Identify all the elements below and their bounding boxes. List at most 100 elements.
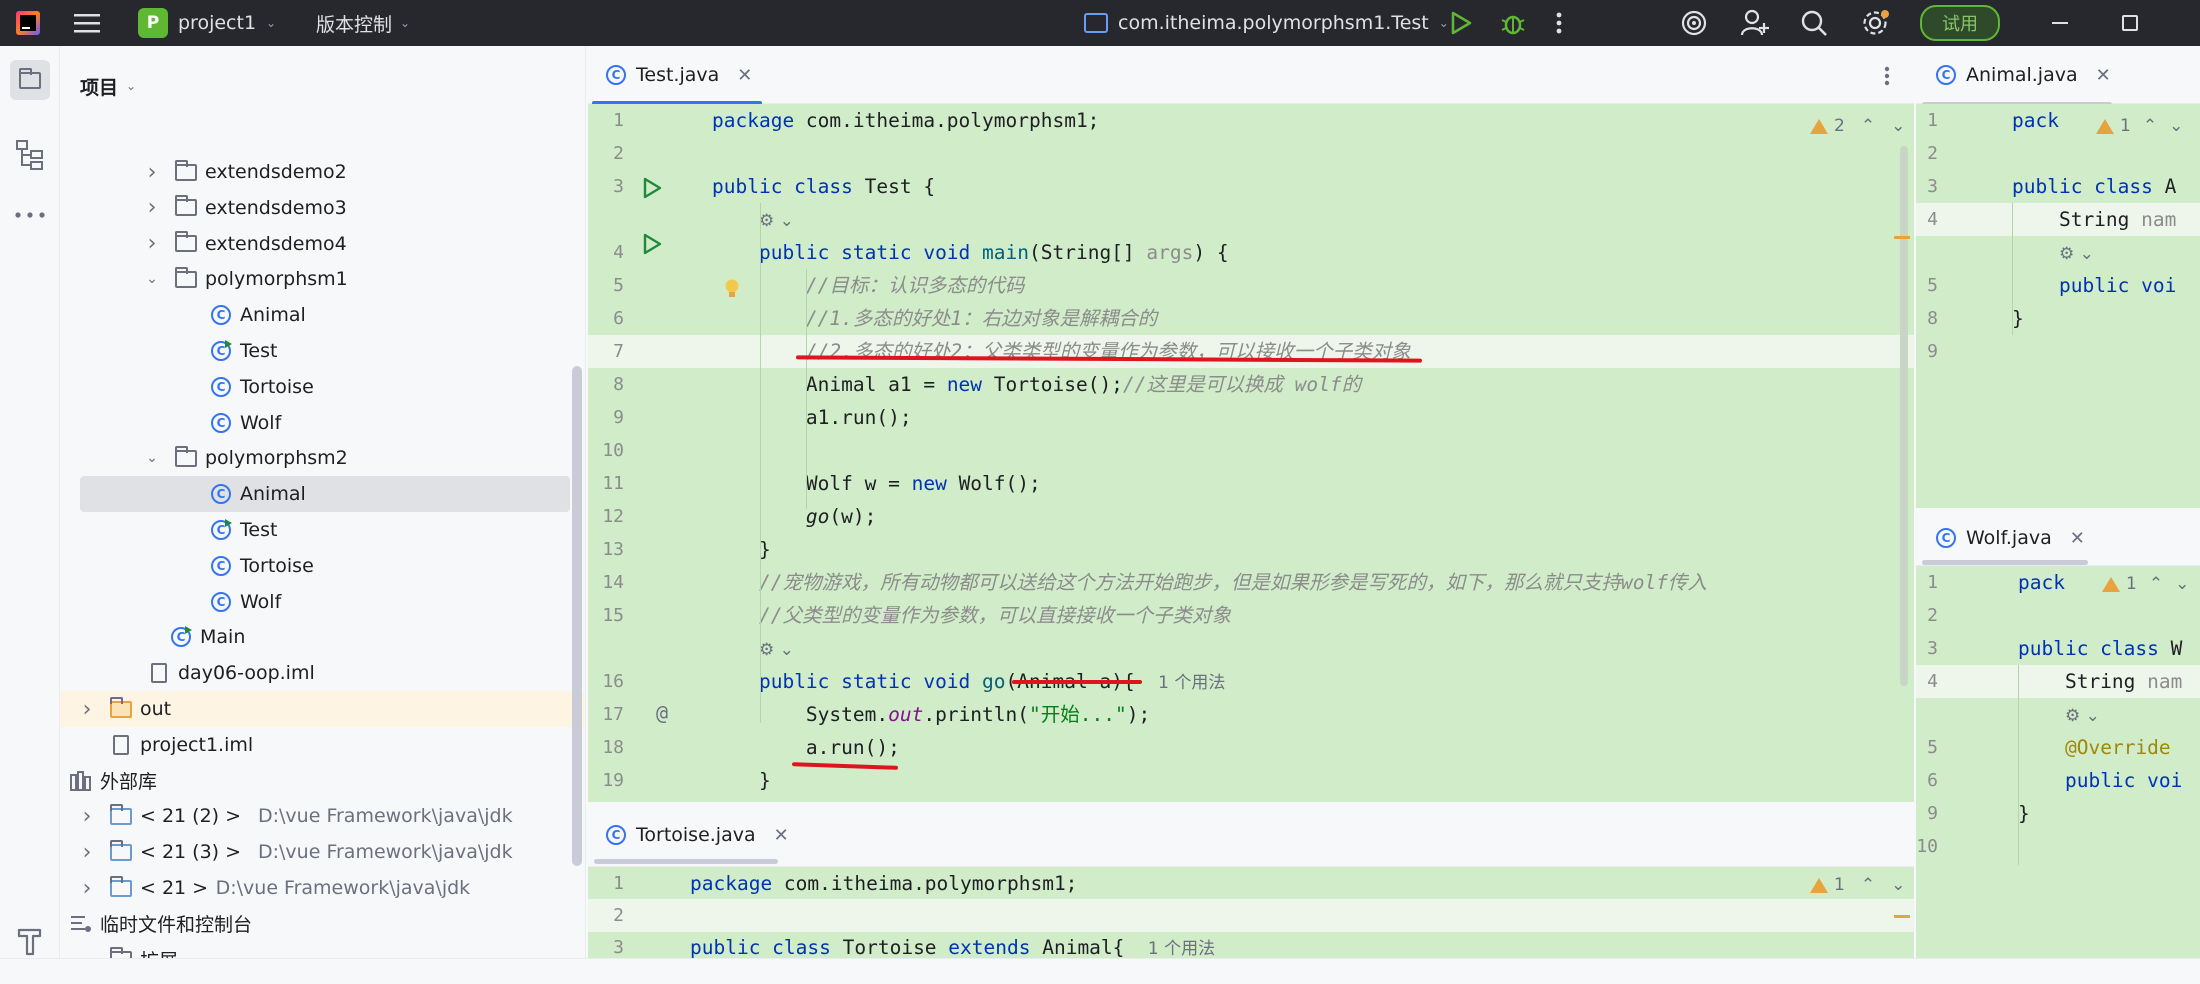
close-icon[interactable]: ✕ xyxy=(774,825,789,846)
chevron-right-icon[interactable]: › xyxy=(145,160,159,185)
tree-item[interactable]: › extendsdemo2 xyxy=(60,154,570,190)
gear-icon[interactable] xyxy=(1860,0,1890,46)
tree-item[interactable]: ⌄临时文件和控制台 xyxy=(60,906,570,942)
code-line[interactable]: 4 public static void main(String[] args)… xyxy=(588,236,1914,269)
close-icon[interactable]: ✕ xyxy=(737,65,752,86)
run-icon[interactable] xyxy=(1450,0,1472,46)
run-config-selector[interactable]: com.itheima.polymorphsm1.Test ⌄ xyxy=(1084,0,1449,46)
tree-item[interactable]: C Tortoise xyxy=(60,369,570,405)
bottom-code-area[interactable]: 1 package com.itheima.polymorphsm1; 2 3 publ… xyxy=(588,867,1914,958)
build-hammer-icon[interactable] xyxy=(16,926,44,956)
search-icon[interactable] xyxy=(1800,0,1828,46)
more-vertical-icon[interactable] xyxy=(1556,0,1562,46)
tab-tortoise-java[interactable]: C Tortoise.java ✕ xyxy=(606,803,789,867)
structure-icon[interactable] xyxy=(16,140,44,170)
tree-item[interactable]: › out xyxy=(60,691,585,727)
code-line[interactable]: 9 xyxy=(1916,335,2200,368)
chevron-up-icon[interactable]: ⌃ xyxy=(1861,875,1875,895)
chevron-right-icon[interactable]: › xyxy=(80,840,94,865)
tree-item[interactable]: ⌄外部库 xyxy=(60,763,570,799)
main-code-area[interactable]: 1 package com.itheima.polymorphsm1; 2 3 publ… xyxy=(588,104,1914,802)
code-line[interactable]: 6 //1.多态的好处1：右边对象是解耦合的 xyxy=(588,302,1914,335)
chevron-right-icon[interactable]: › xyxy=(145,195,159,220)
chevron-up-icon[interactable]: ⌃ xyxy=(1861,116,1875,136)
chevron-right-icon[interactable]: › xyxy=(145,231,159,256)
trial-button[interactable]: 试用 xyxy=(1920,0,2000,46)
inspection-widget[interactable]: 1 ⌃ ⌄ xyxy=(2102,574,2189,594)
code-line[interactable]: 8 Animal a1 = new Tortoise();//这里是可以换成 w… xyxy=(588,368,1914,401)
tree-item[interactable]: C Test xyxy=(60,512,570,548)
tree-item[interactable]: ⌄ polymorphsm1 xyxy=(60,261,570,297)
tree-item[interactable]: C Test xyxy=(60,333,570,369)
tab-wolf-java[interactable]: C Wolf.java ✕ xyxy=(1936,510,2085,566)
tree-item[interactable]: › < 21 > D:\vue Framework\java\jdk xyxy=(60,870,570,906)
chevron-right-icon[interactable]: › xyxy=(80,697,94,722)
code-line[interactable]: 14 //宠物游戏，所有动物都可以送给这个方法开始跑步，但是如果形参是写死的，如… xyxy=(588,566,1914,599)
code-line[interactable]: 3 public class Test { xyxy=(588,170,1914,203)
code-line[interactable]: ⚙ ⌄ xyxy=(1916,698,2200,731)
tree-item[interactable]: ⌄扩展 xyxy=(60,942,570,958)
code-line[interactable]: 17 System.out.println("开始..."); xyxy=(588,698,1914,731)
code-line[interactable]: 6 public voi xyxy=(1916,764,2200,797)
hamburger-icon[interactable] xyxy=(74,0,100,46)
code-line[interactable]: 18 a.run(); xyxy=(588,731,1914,764)
code-line[interactable]: 13 } xyxy=(588,533,1914,566)
chevron-right-icon[interactable]: › xyxy=(80,804,94,829)
chevron-down-icon[interactable]: ⌄ xyxy=(2169,116,2183,136)
chevron-down-icon[interactable]: ⌄ xyxy=(2175,574,2189,594)
code-line[interactable]: 9 a1.run(); xyxy=(588,401,1914,434)
tree-item[interactable]: › < 21 (2) > D:\vue Framework\java\jdk xyxy=(60,798,570,834)
tree-item[interactable]: C Main xyxy=(60,619,570,655)
code-line[interactable]: 16 public static void go(Animal a){ 1 个用… xyxy=(588,665,1914,698)
code-line[interactable]: 2 xyxy=(588,899,1914,932)
chevron-down-icon[interactable]: ⌄ xyxy=(1891,875,1905,895)
inspection-widget[interactable]: 1 ⌃ ⌄ xyxy=(2096,116,2183,136)
tab-animal-java[interactable]: C Animal.java ✕ xyxy=(1936,46,2111,104)
code-line[interactable]: 15 //父类型的变量作为参数，可以直接接收一个子类对象 xyxy=(588,599,1914,632)
main-editor-scrollbar[interactable] xyxy=(1900,146,1908,686)
tree-item[interactable]: C Tortoise xyxy=(60,548,570,584)
lightbulb-icon[interactable] xyxy=(724,278,740,304)
code-line[interactable]: 1 package com.itheima.polymorphsm1; xyxy=(588,104,1914,137)
chevron-down-icon[interactable]: ⌄ xyxy=(145,271,159,287)
code-line[interactable]: 11 Wolf w = new Wolf(); xyxy=(588,467,1914,500)
code-line[interactable]: 1 package com.itheima.polymorphsm1; xyxy=(588,867,1914,900)
code-line[interactable]: ⚙ ⌄ xyxy=(588,203,1914,236)
run-gutter-icon[interactable] xyxy=(642,233,662,259)
chevron-up-icon[interactable]: ⌃ xyxy=(2143,116,2157,136)
code-line[interactable]: 8} xyxy=(1916,302,2200,335)
close-icon[interactable]: ✕ xyxy=(2096,65,2111,86)
chevron-right-icon[interactable]: › xyxy=(80,876,94,901)
code-line[interactable]: 3 public class Tortoise extends Animal{ 1… xyxy=(588,931,1914,958)
code-line[interactable]: 4 String nam xyxy=(1916,203,2200,236)
chevron-up-icon[interactable]: ⌃ xyxy=(2149,574,2163,594)
code-line[interactable]: 12 go(w); xyxy=(588,500,1914,533)
right-top-code-area[interactable]: 1 pack 2 3 public class A 4 String nam ⚙ ⌄ 5 p… xyxy=(1916,104,2200,508)
tree-item[interactable]: C Wolf xyxy=(60,405,570,441)
inspection-widget[interactable]: 1 ⌃ ⌄ xyxy=(1810,875,1905,895)
code-line[interactable]: 2 xyxy=(1916,137,2200,170)
project-folder-icon[interactable] xyxy=(10,60,50,100)
code-line[interactable]: 5 //目标：认识多态的代码 xyxy=(588,269,1914,302)
code-line[interactable]: 2 xyxy=(588,137,1914,170)
code-line[interactable]: 10 xyxy=(588,434,1914,467)
code-line[interactable]: } xyxy=(588,797,1914,802)
tree-item[interactable]: › extendsdemo4 xyxy=(60,226,570,262)
jetbrains-logo-icon[interactable] xyxy=(16,0,40,46)
code-line[interactable]: 9} xyxy=(1916,797,2200,830)
chevron-down-icon[interactable]: ⌄ xyxy=(145,450,159,466)
right-bottom-code-area[interactable]: 1 pack 2 3 public class W 4 String nam ⚙ ⌄ 5 @… xyxy=(1916,566,2200,958)
code-line[interactable]: 5 public voi xyxy=(1916,269,2200,302)
code-line[interactable]: 5 @Override xyxy=(1916,731,2200,764)
code-line[interactable]: 4 String nam xyxy=(1916,665,2200,698)
tree-scrollbar[interactable] xyxy=(572,366,582,866)
code-line[interactable]: 10 xyxy=(1916,830,2200,863)
tree-item[interactable]: C Animal xyxy=(60,297,570,333)
code-line[interactable]: 2 xyxy=(1916,599,2200,632)
override-gutter-icon[interactable]: @ xyxy=(656,701,668,725)
code-line[interactable]: 7 //2.多态的好处2：父类类型的变量作为参数，可以接收一个子类对象 xyxy=(588,335,1914,368)
code-line[interactable]: 3 public class W xyxy=(1916,632,2200,665)
code-line[interactable]: 3 public class A xyxy=(1916,170,2200,203)
tree-item[interactable]: C Wolf xyxy=(60,584,570,620)
maximize-icon[interactable] xyxy=(2122,0,2138,46)
